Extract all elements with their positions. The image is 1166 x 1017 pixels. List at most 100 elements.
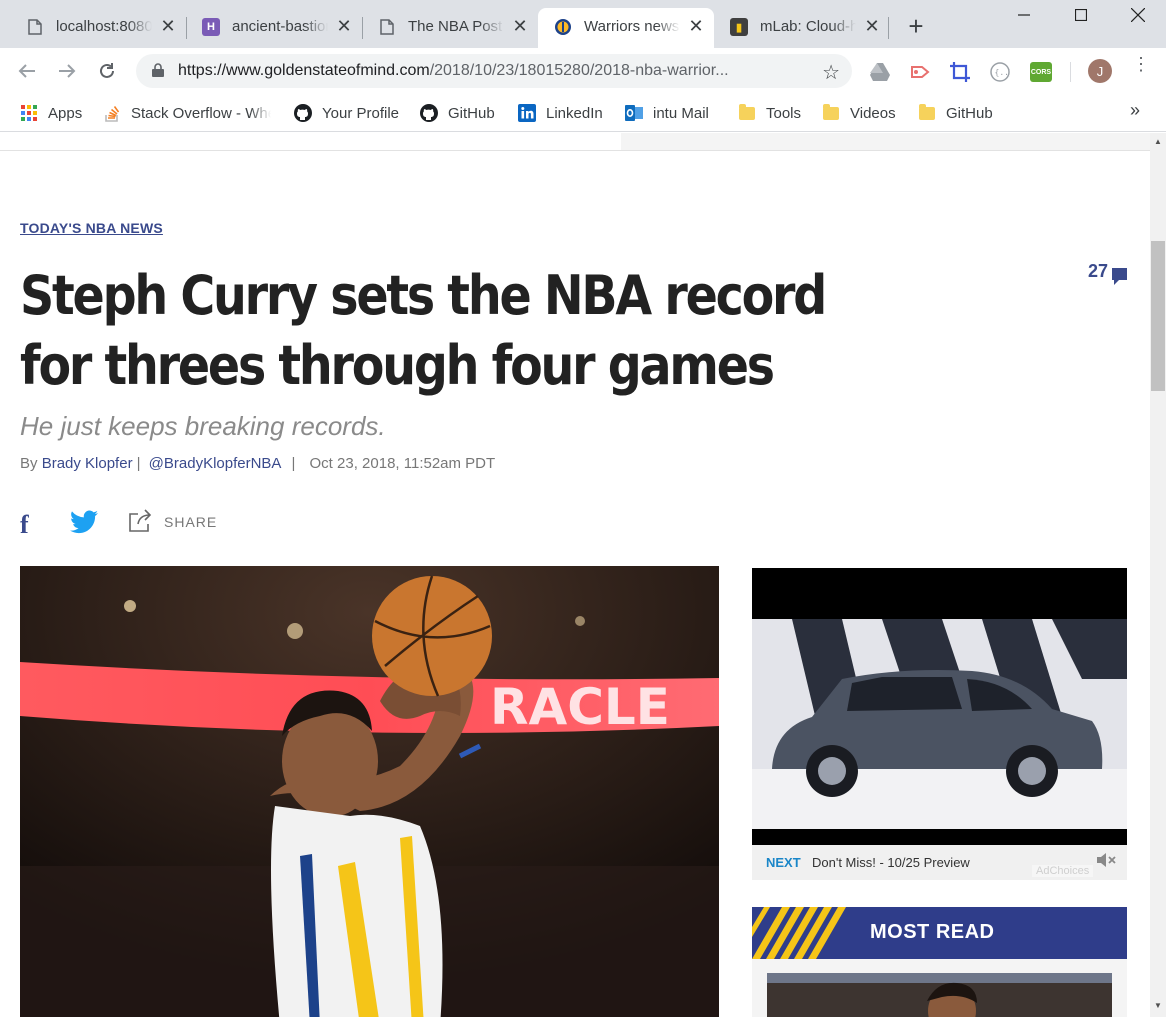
adchoices-link[interactable]: AdChoices xyxy=(1032,865,1094,877)
bookmark-folder-tools[interactable]: Tools xyxy=(738,102,801,124)
bookmark-your-profile[interactable]: Your Profile xyxy=(294,102,399,124)
article-dek: He just keeps breaking records. xyxy=(20,411,386,441)
bookmark-github[interactable]: GitHub xyxy=(420,102,495,124)
close-icon[interactable]: ✕ xyxy=(862,16,882,36)
comment-count-link[interactable]: 27 xyxy=(1088,261,1128,285)
cast-icon[interactable] xyxy=(910,62,930,82)
byline-divider: | xyxy=(136,455,141,472)
tab-nba-post[interactable]: The NBA Post ✕ xyxy=(352,8,538,48)
share-label[interactable]: SHARE xyxy=(164,514,217,530)
close-icon xyxy=(1131,8,1145,22)
bookmark-label: Apps xyxy=(48,104,83,122)
scrollbar-thumb[interactable] xyxy=(1151,241,1165,391)
author-link[interactable]: Brady Klopfer xyxy=(42,455,133,472)
hero-photo: RACLE xyxy=(20,566,719,1017)
crop-icon[interactable] xyxy=(950,62,970,82)
url-path: /2018/10/23/18015280/2018-nba-warrior... xyxy=(429,62,729,79)
page-icon xyxy=(378,18,396,36)
most-read-header: MOST READ xyxy=(752,907,1127,959)
sticky-header-strip xyxy=(0,133,1150,151)
bookmarks-overflow-button[interactable]: » xyxy=(1130,100,1140,121)
close-icon[interactable]: ✕ xyxy=(686,16,706,36)
mlab-icon: ▮ xyxy=(730,18,748,36)
cors-icon[interactable]: CORS xyxy=(1030,62,1052,82)
article-kicker-link[interactable]: TODAY'S NBA NEWS xyxy=(20,220,163,236)
stripe-graphic xyxy=(752,907,846,959)
linkedin-icon xyxy=(518,104,536,122)
folder-icon xyxy=(822,103,840,122)
bookmark-apps[interactable]: Apps xyxy=(20,102,82,124)
bookmark-stackoverflow[interactable]: Stack Overflow - Whe xyxy=(103,102,271,124)
tab-warriors-news[interactable]: Warriors news ✕ xyxy=(538,8,714,48)
twitter-share-icon[interactable] xyxy=(70,510,98,534)
ad-video-frame[interactable] xyxy=(752,619,1127,829)
byline-prefix: By xyxy=(20,455,38,472)
heroku-icon: H xyxy=(202,18,220,36)
facebook-share-icon[interactable]: f xyxy=(20,510,29,540)
back-button[interactable] xyxy=(14,58,40,84)
bookmarks-bar: Apps Stack Overflow - Whe Your Profile G… xyxy=(0,94,1166,132)
json-icon[interactable]: {..} xyxy=(990,62,1010,82)
browser-toolbar: https://www.goldenstateofmind.com/2018/1… xyxy=(0,48,1166,94)
scroll-up-arrow-icon[interactable]: ▲ xyxy=(1154,137,1162,146)
reload-button[interactable] xyxy=(94,58,120,84)
bookmark-folder-github[interactable]: GitHub xyxy=(918,102,993,124)
menu-kebab-icon[interactable]: ⋮ xyxy=(1132,55,1150,84)
tab-ancient-bastion[interactable]: H ancient-bastion ✕ xyxy=(176,8,362,48)
folder-icon xyxy=(738,103,756,122)
tab-strip: localhost:8080 ✕ H ancient-bastion ✕ The… xyxy=(0,0,1166,48)
ad-next-label: NEXT xyxy=(766,855,801,870)
tab-title: localhost:8080 xyxy=(56,18,152,35)
url-host: https://www.goldenstateofmind.com xyxy=(178,62,430,79)
mute-icon[interactable] xyxy=(1096,851,1116,869)
url-text[interactable]: https://www.goldenstateofmind.com/2018/1… xyxy=(178,62,808,80)
hero-image: RACLE xyxy=(20,566,719,1017)
close-icon[interactable]: ✕ xyxy=(158,16,178,36)
address-bar[interactable]: https://www.goldenstateofmind.com/2018/1… xyxy=(136,54,852,88)
window-close-button[interactable] xyxy=(1110,0,1166,30)
apps-grid-icon xyxy=(20,104,38,122)
bookmark-label: Videos xyxy=(850,104,896,122)
article-headline: Steph Curry sets the NBA record for thre… xyxy=(20,264,827,397)
bookmark-label: LinkedIn xyxy=(546,104,603,122)
tab-localhost[interactable]: localhost:8080 ✕ xyxy=(0,8,186,48)
tab-mlab[interactable]: ▮ mLab: Cloud-h ✕ xyxy=(704,8,890,48)
page-icon xyxy=(26,18,44,36)
drive-icon[interactable] xyxy=(870,62,890,82)
tab-title: The NBA Post xyxy=(408,18,503,35)
most-read-photo xyxy=(767,973,1112,1017)
tab-title: Warriors news xyxy=(584,18,680,35)
byline: By Brady Klopfer | @BradyKlopferNBA | Oct … xyxy=(20,455,495,472)
maximize-button[interactable] xyxy=(1053,0,1109,30)
bookmark-linkedin[interactable]: LinkedIn xyxy=(518,102,603,124)
close-icon[interactable]: ✕ xyxy=(334,16,354,36)
page-scrollbar[interactable]: ▲ ▼ xyxy=(1150,133,1166,1017)
lock-icon xyxy=(152,63,164,77)
scroll-down-arrow-icon[interactable]: ▼ xyxy=(1154,1001,1162,1010)
most-read-thumbnail[interactable] xyxy=(767,973,1112,1017)
github-icon xyxy=(294,104,312,122)
share-icon[interactable] xyxy=(128,508,154,534)
bookmark-star-icon[interactable]: ☆ xyxy=(822,60,840,85)
bookmark-label: intu Mail xyxy=(653,104,709,122)
tab-divider xyxy=(888,17,889,39)
bookmark-label: Tools xyxy=(766,104,802,122)
svg-text:{..}: {..} xyxy=(995,68,1011,77)
ad-next-text: Don't Miss! - 10/25 Preview xyxy=(812,855,970,870)
bookmark-folder-videos[interactable]: Videos xyxy=(822,102,896,124)
bookmark-label: Stack Overflow - Whe xyxy=(131,104,271,122)
author-twitter-link[interactable]: @BradyKlopferNBA xyxy=(149,455,282,472)
new-tab-button[interactable]: + xyxy=(904,13,928,39)
arrow-right-icon xyxy=(59,64,76,78)
close-icon[interactable]: ✕ xyxy=(510,16,530,36)
stackoverflow-icon xyxy=(103,104,121,122)
forward-button[interactable] xyxy=(54,58,80,84)
tab-title: ancient-bastion xyxy=(232,18,328,35)
arrow-left-icon xyxy=(18,64,35,78)
profile-avatar[interactable]: J xyxy=(1088,59,1112,83)
minimize-button[interactable] xyxy=(996,0,1052,30)
video-ad[interactable]: NEXT Don't Miss! - 10/25 Preview AdChoic… xyxy=(752,568,1127,880)
ad-next-bar[interactable]: NEXT Don't Miss! - 10/25 Preview AdChoic… xyxy=(752,845,1127,880)
bookmark-intu-mail[interactable]: intu Mail xyxy=(625,102,709,124)
ad-car-image xyxy=(752,619,1127,829)
